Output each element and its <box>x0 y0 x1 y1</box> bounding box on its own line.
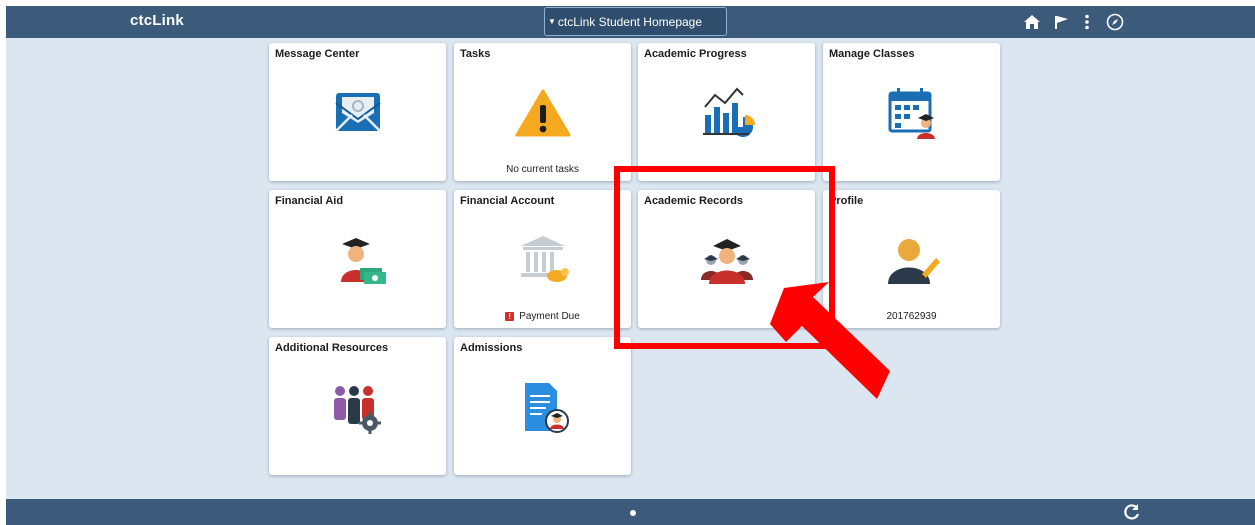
graduate-money-icon <box>328 230 388 290</box>
bank-icon <box>513 230 573 290</box>
dropdown-caret-icon: ▼ <box>548 17 556 26</box>
page-indicator-dot[interactable] <box>630 510 636 516</box>
tile-title: Tasks <box>460 48 491 60</box>
tile-status-text: Payment Due <box>519 311 580 322</box>
tile-status: 201762939 <box>886 311 937 322</box>
homepage-selector[interactable]: ▼ ctcLink Student Homepage <box>544 7 727 36</box>
tile-financial-aid[interactable]: Financial Aid <box>269 190 446 328</box>
tile-title: Academic Progress <box>644 48 747 60</box>
logo-text: ctcLink <box>130 12 184 29</box>
document-graduate-icon <box>513 377 573 437</box>
people-gear-icon <box>328 377 388 437</box>
alert-badge-icon: ! <box>505 312 515 321</box>
tile-title: Financial Account <box>460 195 555 207</box>
tile-status: No current tasks <box>506 164 579 175</box>
tile-additional-resources[interactable]: Additional Resources <box>269 337 446 475</box>
flag-icon[interactable] <box>1050 11 1072 33</box>
home-icon[interactable] <box>1021 11 1043 33</box>
tile-profile[interactable]: Profile 201762939 <box>823 190 1000 328</box>
tile-manage-classes[interactable]: Manage Classes <box>823 43 1000 181</box>
tile-title: Additional Resources <box>275 342 389 354</box>
highlight-box <box>614 166 835 349</box>
compass-icon[interactable] <box>1104 11 1126 33</box>
tile-financial-account[interactable]: Financial Account ! Payment Due <box>454 190 631 328</box>
tile-title: Message Center <box>275 48 360 60</box>
footer-bar <box>6 499 1255 525</box>
tile-admissions[interactable]: Admissions <box>454 337 631 475</box>
refresh-icon[interactable] <box>1122 502 1142 522</box>
more-vertical-icon[interactable] <box>1076 11 1098 33</box>
envelope-icon <box>328 83 388 143</box>
chart-icon <box>697 83 757 143</box>
ctclink-logo[interactable]: ctcLink <box>130 12 184 29</box>
header-bar: ctcLink ▼ ctcLink Student Homepage <box>6 6 1255 38</box>
tile-title: Admissions <box>460 342 523 354</box>
tile-title: Manage Classes <box>829 48 915 60</box>
tile-title: Financial Aid <box>275 195 344 207</box>
warning-icon <box>513 83 573 143</box>
page: ctcLink ▼ ctcLink Student Homepage Messa… <box>6 6 1255 525</box>
tile-status: ! Payment Due <box>454 311 631 322</box>
tile-academic-progress[interactable]: Academic Progress <box>638 43 815 181</box>
tile-message-center[interactable]: Message Center <box>269 43 446 181</box>
user-edit-icon <box>882 230 942 290</box>
tile-tasks[interactable]: Tasks No current tasks <box>454 43 631 181</box>
homepage-selector-label: ctcLink Student Homepage <box>557 14 703 29</box>
calendar-icon <box>882 83 942 143</box>
